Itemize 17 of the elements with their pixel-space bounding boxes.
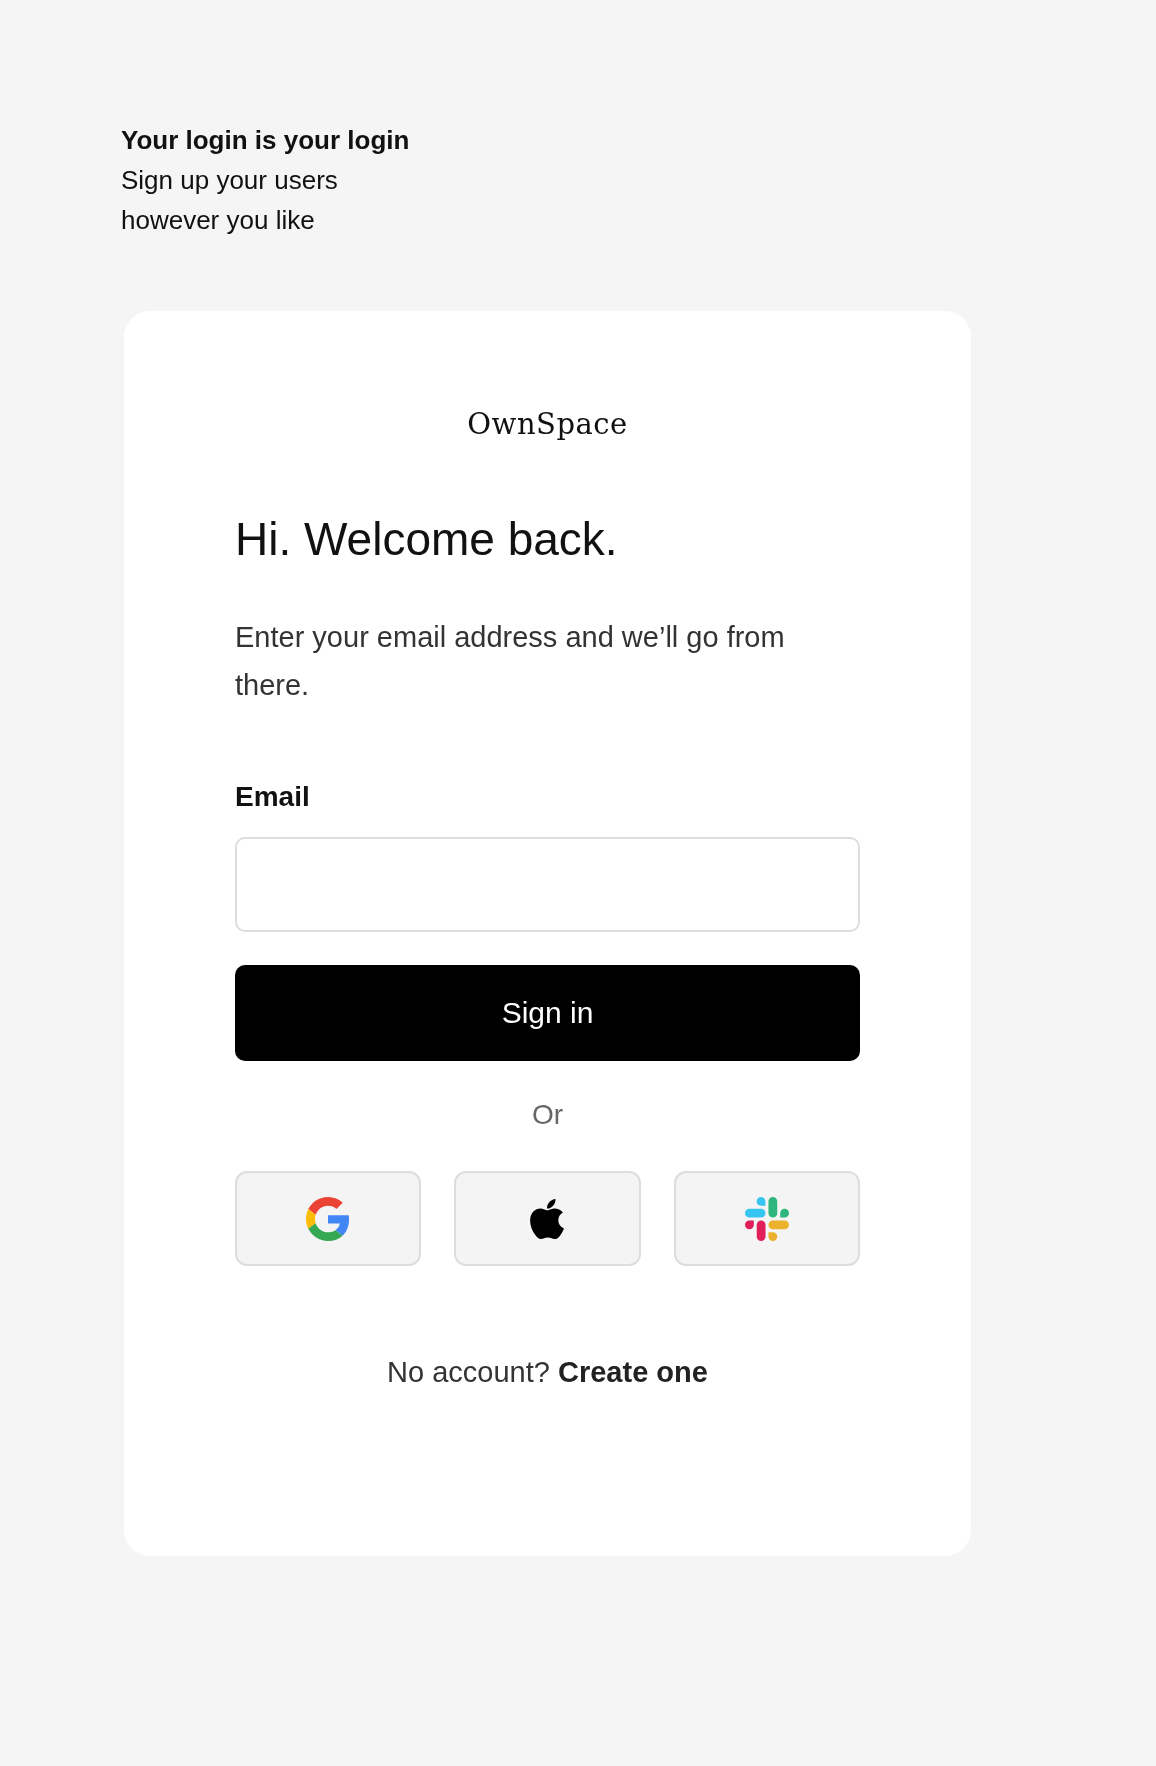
hash-logo-icon <box>744 1196 789 1241</box>
google-sign-in-button[interactable] <box>235 1171 422 1266</box>
or-divider-text: Or <box>531 1098 564 1132</box>
create-account-link[interactable]: Create one <box>558 1356 708 1388</box>
instructions-text: Enter your email address and we’ll go from there. <box>235 620 786 703</box>
tagline-text: however you like <box>121 204 316 237</box>
tagline-title: Your login is your login <box>121 124 411 157</box>
email-label: Email <box>235 780 311 814</box>
sign-in-button[interactable]: Sign in <box>235 965 860 1061</box>
welcome-heading: Hi. Welcome back. <box>235 512 619 567</box>
email-field[interactable] <box>235 837 860 932</box>
tagline-text: Sign up your users <box>121 164 339 197</box>
apple-sign-in-button[interactable] <box>454 1171 641 1266</box>
logo-wordmark: OwnSpace <box>467 407 628 441</box>
slack-sign-in-button[interactable] <box>673 1171 860 1266</box>
sign-up-prompt: No account? Create one <box>387 1355 708 1390</box>
g-logo-icon <box>306 1196 351 1241</box>
